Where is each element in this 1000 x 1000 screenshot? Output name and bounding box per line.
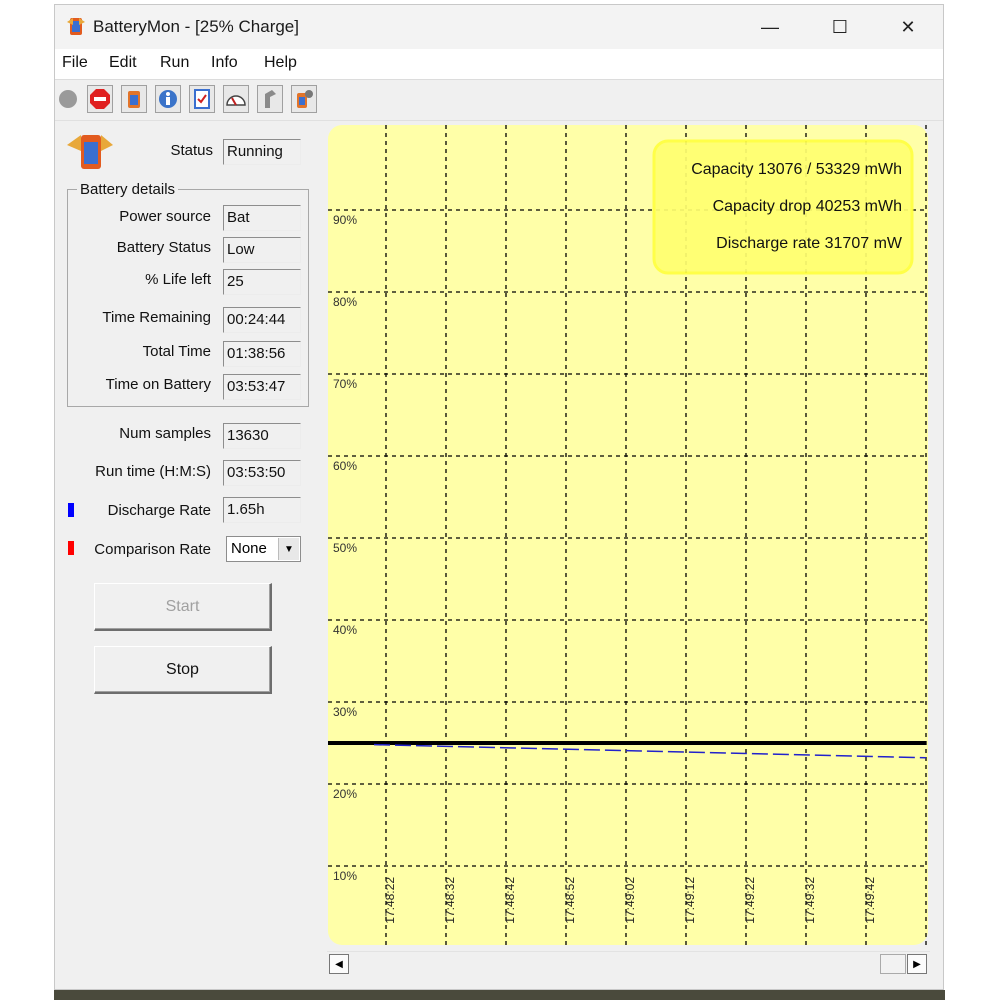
time-remaining-label: Time Remaining <box>102 309 211 326</box>
y-tick-label: 20% <box>333 787 357 801</box>
scroll-left-button[interactable]: ◀ <box>329 954 349 974</box>
info-line: Discharge rate 31707 mW <box>716 235 903 252</box>
x-tick-label: 17:48:22 <box>383 877 397 924</box>
comparison-rate-marker <box>68 541 74 555</box>
x-tick-label: 17:49:02 <box>623 877 637 924</box>
y-tick-label: 70% <box>333 377 357 391</box>
total-time-label: Total Time <box>142 343 211 360</box>
comparison-rate-select[interactable]: None ▼ <box>226 536 301 562</box>
info-line: Capacity 13076 / 53329 mWh <box>691 161 902 178</box>
status-label: Status <box>170 142 213 159</box>
battery-icon <box>128 91 140 108</box>
y-tick-label: 50% <box>333 541 357 555</box>
power-source-field: Bat <box>223 205 301 231</box>
x-tick-label: 17:49:42 <box>863 877 877 924</box>
time-on-battery-label: Time on Battery <box>105 376 211 393</box>
y-tick-label: 80% <box>333 295 357 309</box>
menu-bar: File Edit Run Info Help <box>55 49 943 80</box>
title-bar[interactable]: BatteryMon - [25% Charge] — ☐ ✕ <box>55 5 943 49</box>
scroll-right-button[interactable]: ▶ <box>907 954 927 974</box>
run-time-label: Run time (H:M:S) <box>95 463 211 480</box>
dropdown-arrow-icon[interactable]: ▼ <box>278 538 299 560</box>
x-tick-label: 17:49:32 <box>803 877 817 924</box>
time-on-battery-field: 03:53:47 <box>223 374 301 400</box>
power-source-label: Power source <box>119 208 211 225</box>
y-tick-label: 60% <box>333 459 357 473</box>
menu-edit[interactable]: Edit <box>109 54 137 72</box>
discharge-rate-field: 1.65h <box>223 497 301 523</box>
stop-button[interactable]: Stop <box>94 646 272 694</box>
desktop-background-bottom <box>54 990 945 1000</box>
run-time-field: 03:53:50 <box>223 460 301 486</box>
comparison-rate-label: Comparison Rate <box>94 541 211 558</box>
life-left-label: % Life left <box>145 271 211 288</box>
battery-app-icon <box>67 18 85 35</box>
x-tick-label: 17:48:32 <box>443 877 457 924</box>
menu-info[interactable]: Info <box>211 54 238 72</box>
x-tick-label: 17:48:52 <box>563 877 577 924</box>
discharge-rate-marker <box>68 503 74 517</box>
gauge-icon <box>226 95 246 106</box>
stop-toolbar-button[interactable] <box>87 85 113 113</box>
scroll-thumb[interactable] <box>880 954 906 974</box>
settings-battery-icon <box>297 90 313 108</box>
minimize-button[interactable]: — <box>735 5 805 49</box>
chart-svg: 10% 20% 30% 40% 50% 60% 70% 80% 90% 17:48:22 17:48… <box>326 125 928 945</box>
info-line: Capacity drop 40253 mWh <box>713 198 902 215</box>
discharge-rate-label: Discharge Rate <box>107 502 211 519</box>
horizontal-scrollbar[interactable]: ◀ ▶ <box>327 951 930 978</box>
num-samples-field: 13630 <box>223 423 301 449</box>
checklist-toolbar-button[interactable] <box>189 85 215 113</box>
maximize-button[interactable]: ☐ <box>805 5 875 49</box>
record-button[interactable] <box>55 85 81 113</box>
pointer-toolbar-button[interactable] <box>257 85 283 113</box>
y-tick-label: 90% <box>333 213 357 227</box>
batterymon-window: BatteryMon - [25% Charge] — ☐ ✕ File Edi… <box>54 4 944 990</box>
comparison-rate-value: None <box>231 540 267 557</box>
num-samples-label: Num samples <box>119 425 211 442</box>
y-tick-label: 30% <box>333 705 357 719</box>
x-tick-label: 17:48:42 <box>503 877 517 924</box>
start-button[interactable]: Start <box>94 583 272 631</box>
x-tick-label: 17:49:12 <box>683 877 697 924</box>
checklist-icon <box>194 89 210 109</box>
battery-chart: 10% 20% 30% 40% 50% 60% 70% 80% 90% 17:48:22 17:48… <box>326 125 928 945</box>
close-button[interactable]: ✕ <box>873 5 943 49</box>
status-field: Running <box>223 139 301 165</box>
window-title: BatteryMon - [25% Charge] <box>93 17 299 36</box>
desktop-background-left <box>0 0 54 1000</box>
record-icon <box>59 90 77 108</box>
settings-battery-toolbar-button[interactable] <box>291 85 317 113</box>
battery-details-title: Battery details <box>77 181 179 198</box>
time-remaining-field: 00:24:44 <box>223 307 301 333</box>
battery-info-toolbar-button[interactable] <box>155 85 181 113</box>
gauge-toolbar-button[interactable] <box>223 85 249 113</box>
desktop-background-right <box>945 0 1000 1000</box>
pointer-icon <box>265 90 276 108</box>
menu-file[interactable]: File <box>62 54 88 72</box>
y-tick-label: 10% <box>333 869 357 883</box>
x-tick-label: 17:49:22 <box>743 877 757 924</box>
battery-toolbar-button[interactable] <box>121 85 147 113</box>
battery-info-icon <box>159 90 177 108</box>
stop-icon <box>90 89 110 109</box>
battery-status-label: Battery Status <box>116 239 211 256</box>
battery-status-field: Low <box>223 237 301 263</box>
battery-logo-icon <box>67 135 113 169</box>
y-tick-label: 40% <box>333 623 357 637</box>
menu-run[interactable]: Run <box>160 54 189 72</box>
total-time-field: 01:38:56 <box>223 341 301 367</box>
menu-help[interactable]: Help <box>264 54 297 72</box>
toolbar <box>55 80 943 121</box>
life-left-field: 25 <box>223 269 301 295</box>
